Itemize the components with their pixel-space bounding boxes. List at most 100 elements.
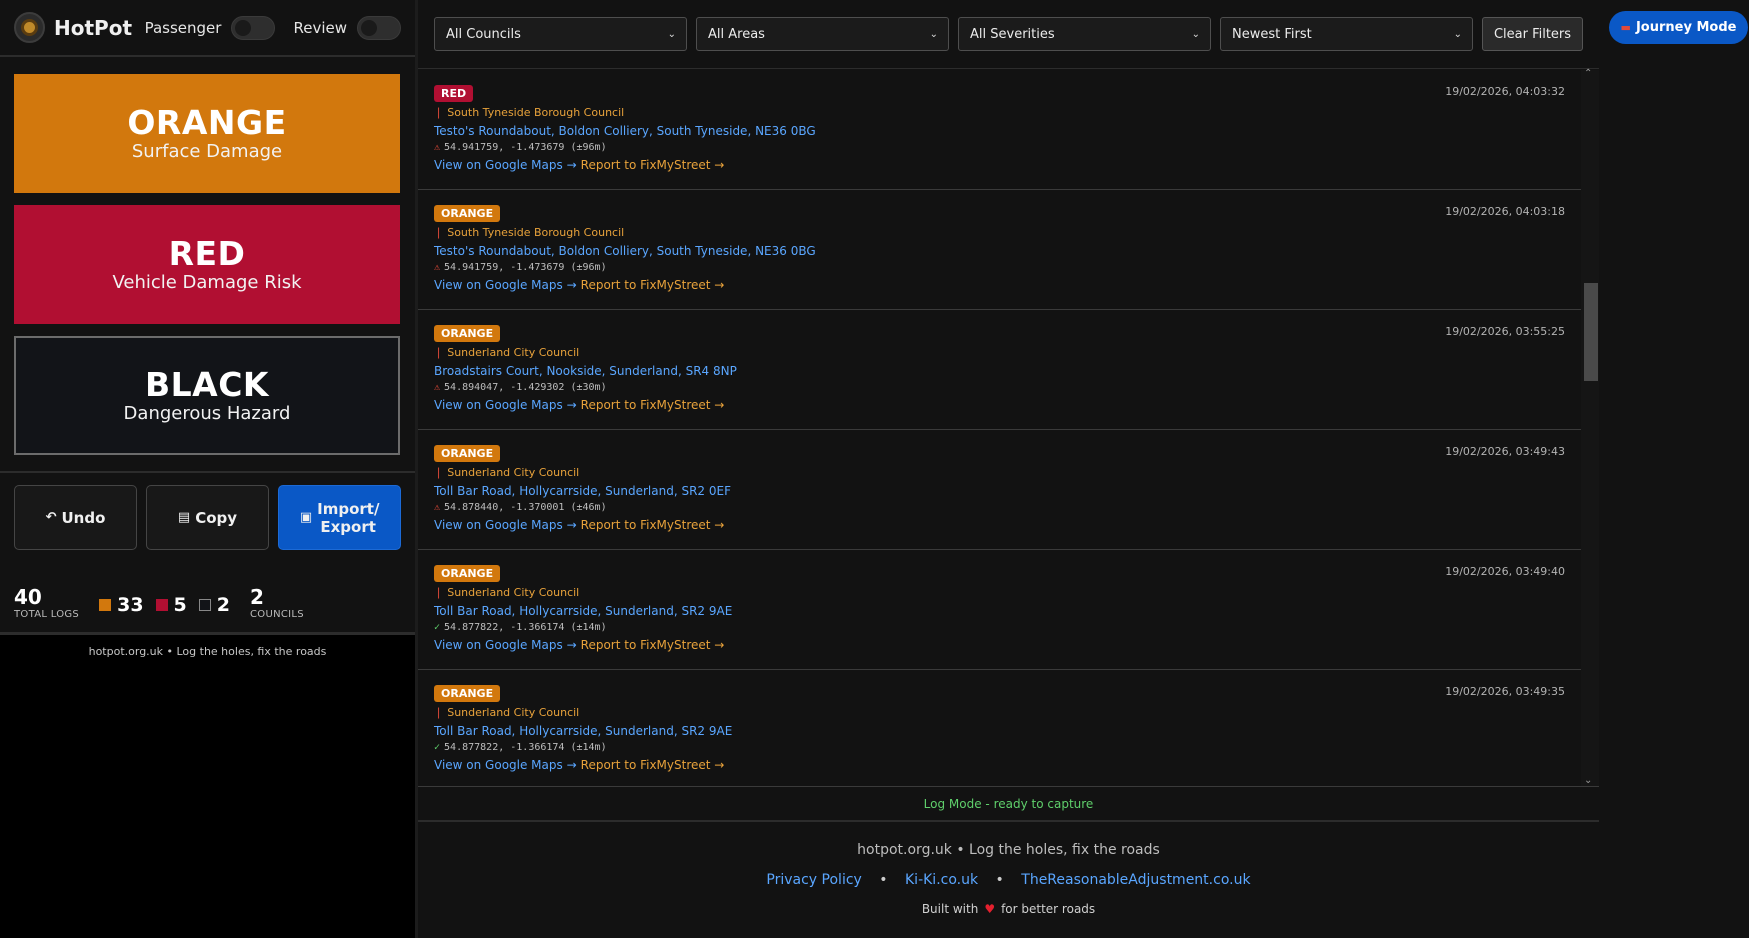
import-export-label: Import/ Export — [317, 499, 380, 536]
red-count: 5 — [155, 594, 187, 620]
entry-timestamp: 19/02/2026, 03:49:43 — [1445, 445, 1565, 458]
pin-icon: ❘ — [434, 346, 444, 359]
fixmystreet-link[interactable]: Report to FixMyStreet → — [581, 398, 725, 412]
top-bar: HotPot Passenger Review — [0, 0, 415, 57]
entry-links: View on Google Maps → Report to FixMyStre… — [434, 398, 1565, 412]
entry-links: View on Google Maps → Report to FixMyStre… — [434, 638, 1565, 652]
entry-coords: ⚠ 54.878440, -1.370001 (±46m) — [434, 502, 607, 513]
entry-coords: ✓ 54.877822, -1.366174 (±14m) — [434, 742, 607, 753]
total-logs-stat: 40 TOTAL LOGS — [14, 585, 79, 620]
privacy-policy-link[interactable]: Privacy Policy — [766, 872, 861, 888]
entry-links: View on Google Maps → Report to FixMyStre… — [434, 278, 1565, 292]
journey-mode-button[interactable]: ▬ Journey Mode — [1609, 11, 1748, 44]
entry-timestamp: 19/02/2026, 03:49:40 — [1445, 565, 1565, 578]
severity-desc: Surface Damage — [131, 141, 283, 162]
entry-timestamp: 19/02/2026, 04:03:18 — [1445, 205, 1565, 218]
scroll-down-icon[interactable]: ⌄ — [1584, 775, 1592, 786]
log-entry: ORANGE 19/02/2026, 03:49:43 ❘ Sunderland Ci… — [418, 430, 1581, 550]
stats-panel: 40 TOTAL LOGS 33 5 2 2 COUNCILS — [0, 562, 415, 635]
black-severity-button[interactable]: BLACK Dangerous Hazard — [14, 336, 400, 455]
entry-coords: ⚠ 54.894047, -1.429302 (±30m) — [434, 382, 607, 393]
severities-select[interactable]: All Severities ⌄ — [958, 17, 1211, 51]
google-maps-link[interactable]: View on Google Maps → — [434, 398, 577, 412]
entry-address[interactable]: Toll Bar Road, Hollycarrside, Sunderland… — [434, 484, 1565, 498]
undo-icon: ↶ — [45, 509, 57, 525]
entry-links: View on Google Maps → Report to FixMyStre… — [434, 518, 1565, 532]
log-entry: ORANGE 19/02/2026, 03:49:35 ❘ Sunderland Ci… — [418, 670, 1581, 786]
scroll-up-icon[interactable]: ⌃ — [1584, 68, 1592, 79]
ki-ki-link[interactable]: Ki-Ki.co.uk — [905, 872, 978, 888]
warning-icon: ⚠ — [434, 142, 441, 153]
councils-select[interactable]: All Councils ⌄ — [434, 17, 687, 51]
red-chip-icon — [155, 599, 168, 611]
scrollbar-thumb[interactable] — [1584, 283, 1598, 381]
areas-select[interactable]: All Areas ⌄ — [696, 17, 949, 51]
severity-badge: ORANGE — [434, 445, 501, 462]
entry-council: ❘ Sunderland City Council — [434, 586, 580, 599]
car-icon: ▬ — [1620, 21, 1631, 34]
entry-timestamp: 19/02/2026, 03:55:25 — [1445, 325, 1565, 338]
chevron-down-icon: ⌄ — [1453, 28, 1462, 40]
entry-coords: ⚠ 54.941759, -1.473679 (±96m) — [434, 142, 607, 153]
fixmystreet-link[interactable]: Report to FixMyStreet → — [581, 278, 725, 292]
orange-severity-button[interactable]: ORANGE Surface Damage — [14, 74, 400, 193]
built-with-text: Built with ♥ for better roads — [921, 902, 1096, 916]
entry-address[interactable]: Broadstairs Court, Nookside, Sunderland,… — [434, 364, 1565, 378]
pin-icon: ❘ — [434, 226, 444, 239]
severity-badge: ORANGE — [434, 685, 501, 702]
red-severity-button[interactable]: RED Vehicle Damage Risk — [14, 205, 400, 324]
entry-coords: ✓ 54.877822, -1.366174 (±14m) — [434, 622, 607, 633]
chevron-down-icon: ⌄ — [1191, 28, 1200, 40]
import-export-button[interactable]: ▣ Import/ Export — [278, 485, 401, 550]
entry-address[interactable]: Toll Bar Road, Hollycarrside, Sunderland… — [434, 724, 1565, 738]
log-entry: RED 19/02/2026, 04:03:32 ❘ South Tyneside B… — [418, 70, 1581, 190]
fixmystreet-link[interactable]: Report to FixMyStreet → — [581, 758, 725, 772]
severity-name: RED — [168, 234, 246, 273]
log-list: RED 19/02/2026, 04:03:32 ❘ South Tyneside B… — [418, 70, 1599, 786]
fixmystreet-link[interactable]: Report to FixMyStreet → — [581, 518, 725, 532]
pin-icon: ❘ — [434, 706, 444, 719]
log-entry: ORANGE 19/02/2026, 04:03:18 ❘ South Tynesid… — [418, 190, 1581, 310]
page-footer: hotpot.org.uk • Log the holes, fix the r… — [418, 822, 1599, 938]
severity-badge: ORANGE — [434, 325, 501, 342]
black-chip-icon — [198, 599, 211, 611]
chevron-down-icon: ⌄ — [667, 28, 676, 40]
entry-address[interactable]: Testo's Roundabout, Boldon Colliery, Sou… — [434, 244, 1565, 258]
list-scrollbar[interactable]: ⌃ ⌄ — [1581, 68, 1599, 786]
warning-icon: ⚠ — [434, 502, 441, 513]
passenger-toggle[interactable] — [231, 15, 276, 40]
pin-icon: ❘ — [434, 586, 444, 599]
reasonable-adjustment-link[interactable]: TheReasonableAdjustment.co.uk — [1021, 872, 1250, 888]
orange-count: 33 — [99, 594, 144, 620]
sort-select[interactable]: Newest First ⌄ — [1220, 17, 1473, 51]
google-maps-link[interactable]: View on Google Maps → — [434, 758, 577, 772]
hotpot-logo-icon — [14, 12, 45, 43]
severity-badge: RED — [434, 85, 474, 102]
chevron-down-icon: ⌄ — [929, 28, 938, 40]
fixmystreet-link[interactable]: Report to FixMyStreet → — [581, 638, 725, 652]
fixmystreet-link[interactable]: Report to FixMyStreet → — [581, 158, 725, 172]
entry-address[interactable]: Toll Bar Road, Hollycarrside, Sunderland… — [434, 604, 1565, 618]
undo-button[interactable]: ↶ Undo — [14, 485, 137, 550]
entry-links: View on Google Maps → Report to FixMyStre… — [434, 758, 1565, 772]
copy-label: Copy — [195, 508, 238, 527]
entry-address[interactable]: Testo's Roundabout, Boldon Colliery, Sou… — [434, 124, 1565, 138]
google-maps-link[interactable]: View on Google Maps → — [434, 278, 577, 292]
log-entry: ORANGE 19/02/2026, 03:55:25 ❘ Sunderland Ci… — [418, 310, 1581, 430]
entry-council: ❘ South Tyneside Borough Council — [434, 106, 625, 119]
clear-filters-button[interactable]: Clear Filters — [1482, 17, 1583, 51]
total-logs-label: TOTAL LOGS — [14, 609, 80, 620]
undo-label: Undo — [61, 508, 106, 527]
main-panel: All Councils ⌄ All Areas ⌄ All Severities ⌄… — [418, 0, 1599, 938]
severity-desc: Dangerous Hazard — [123, 403, 291, 424]
review-toggle[interactable] — [357, 15, 401, 40]
google-maps-link[interactable]: View on Google Maps → — [434, 158, 577, 172]
save-icon: ▣ — [299, 509, 313, 525]
pin-icon: ❘ — [434, 466, 444, 479]
check-icon: ✓ — [434, 742, 441, 753]
google-maps-link[interactable]: View on Google Maps → — [434, 518, 577, 532]
copy-button[interactable]: ▤ Copy — [146, 485, 269, 550]
severity-badge: ORANGE — [434, 565, 501, 582]
google-maps-link[interactable]: View on Google Maps → — [434, 638, 577, 652]
entry-council: ❘ Sunderland City Council — [434, 706, 580, 719]
